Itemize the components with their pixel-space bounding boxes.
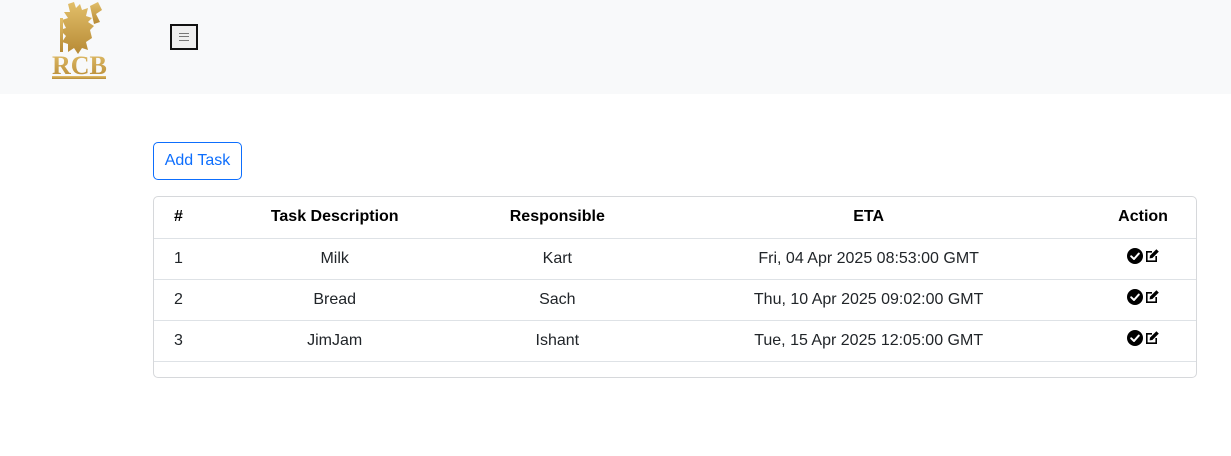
row-description: JimJam <box>201 320 468 362</box>
row-eta: Thu, 10 Apr 2025 09:02:00 GMT <box>647 279 1091 321</box>
check-circle-icon[interactable] <box>1126 289 1143 305</box>
row-actions <box>1090 238 1196 280</box>
row-responsible: Kart <box>467 238 648 280</box>
row-actions <box>1090 279 1196 321</box>
row-eta: Fri, 04 Apr 2025 08:53:00 GMT <box>647 238 1091 280</box>
task-table-card: # Task Description Responsible ETA Actio… <box>153 196 1197 378</box>
row-responsible: Sach <box>467 279 648 321</box>
row-num: 2 <box>154 279 202 321</box>
hamburger-menu-icon <box>179 33 189 41</box>
header-eta: ETA <box>647 197 1091 239</box>
navbar-toggler-button[interactable] <box>170 24 198 50</box>
edit-icon[interactable] <box>1144 330 1160 346</box>
edit-icon[interactable] <box>1144 248 1160 264</box>
header-description: Task Description <box>201 197 468 239</box>
table-row: 1 Milk Kart Fri, 04 Apr 2025 08:53:00 GM… <box>154 238 1196 280</box>
row-description: Bread <box>201 279 468 321</box>
table-row: 2 Bread Sach Thu, 10 Apr 2025 09:02:00 G… <box>154 279 1196 321</box>
table-header-row: # Task Description Responsible ETA Actio… <box>154 197 1196 239</box>
row-description: Milk <box>201 238 468 280</box>
add-task-button[interactable]: Add Task <box>153 142 242 180</box>
row-num: 3 <box>154 320 202 362</box>
svg-text:RCB: RCB <box>52 51 107 80</box>
row-num: 1 <box>154 238 202 280</box>
rcb-lion-logo-icon[interactable]: RCB <box>46 0 112 84</box>
header-action: Action <box>1090 197 1196 239</box>
row-actions <box>1090 320 1196 362</box>
header-num: # <box>154 197 202 239</box>
navbar: RCB <box>0 0 1231 94</box>
check-circle-icon[interactable] <box>1126 248 1143 264</box>
edit-icon[interactable] <box>1144 289 1160 305</box>
header-responsible: Responsible <box>467 197 648 239</box>
table-row: 3 JimJam Ishant Tue, 15 Apr 2025 12:05:0… <box>154 320 1196 362</box>
row-eta: Tue, 15 Apr 2025 12:05:00 GMT <box>647 320 1091 362</box>
row-responsible: Ishant <box>467 320 648 362</box>
task-table: # Task Description Responsible ETA Actio… <box>154 197 1196 362</box>
check-circle-icon[interactable] <box>1126 330 1143 346</box>
